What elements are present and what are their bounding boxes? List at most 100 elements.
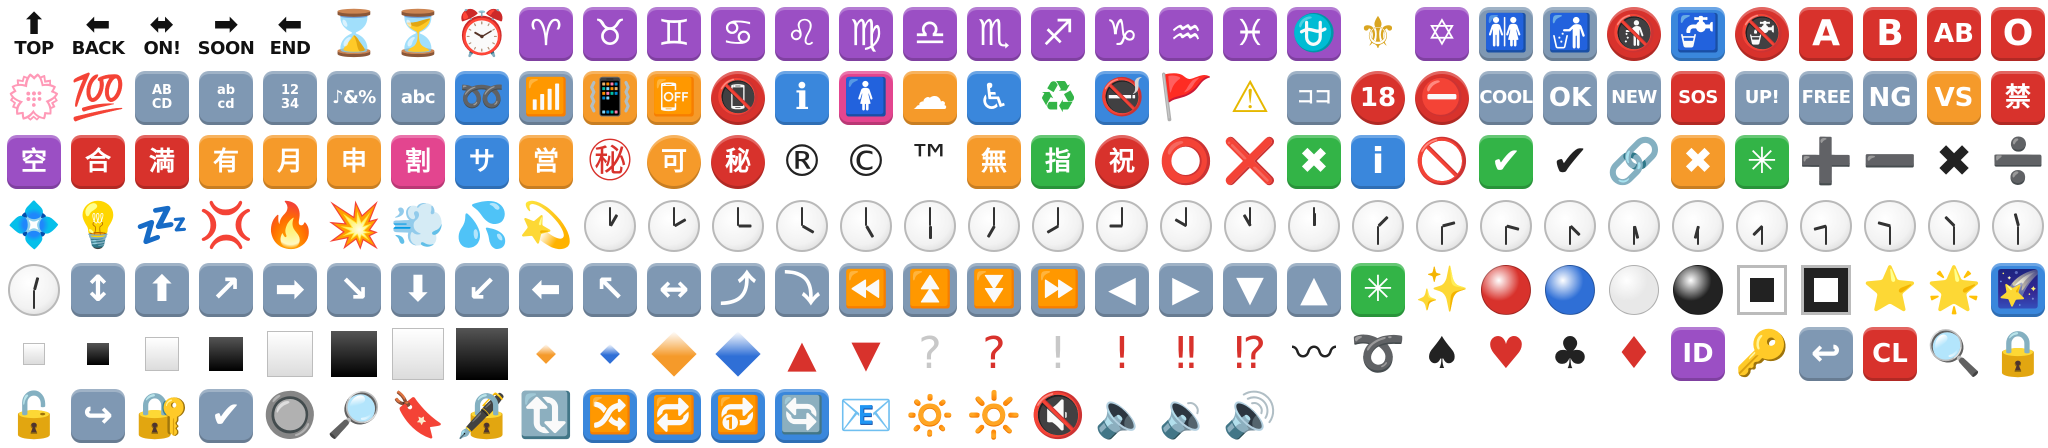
emoji-cell: 🚰 bbox=[1666, 2, 1730, 66]
emoji-tile-icon: ♪&% bbox=[327, 71, 381, 125]
emoji-cell bbox=[770, 194, 834, 258]
emoji-cell: ® bbox=[770, 130, 834, 194]
emoji-cell: 18 bbox=[1346, 66, 1410, 130]
emoji-cell: ♈ bbox=[514, 2, 578, 66]
emoji-tile-icon: ➿ bbox=[455, 71, 509, 125]
emoji-cell: ? bbox=[898, 322, 962, 386]
emoji-cell: 📧 bbox=[834, 384, 898, 448]
emoji-cell: ♦ bbox=[1602, 322, 1666, 386]
emoji-tile-icon: ℹ bbox=[775, 71, 829, 125]
emoji-tile-icon: ⏪ bbox=[839, 263, 893, 317]
emoji-cell bbox=[1666, 258, 1730, 322]
clock-minute-hand bbox=[609, 207, 611, 226]
emoji-cell bbox=[642, 194, 706, 258]
clock-minute-hand bbox=[1953, 226, 1955, 245]
emoji-tile-icon: 18 bbox=[1351, 71, 1405, 125]
emoji-tile-icon: 申 bbox=[327, 135, 381, 189]
emoji-tile-icon: 満 bbox=[135, 135, 189, 189]
emoji-cell bbox=[1730, 258, 1794, 322]
emoji-cell bbox=[1026, 194, 1090, 258]
emoji-tile-icon: ♉ bbox=[583, 7, 637, 61]
square-button-icon bbox=[1801, 265, 1851, 315]
emoji-tile-icon: ↖ bbox=[583, 263, 637, 317]
clock-face-icon bbox=[648, 200, 700, 252]
emoji-cell: 空 bbox=[2, 130, 66, 194]
clock-face-icon bbox=[1224, 200, 1276, 252]
emoji-cell: ↗ bbox=[194, 258, 258, 322]
clock-minute-hand bbox=[1825, 226, 1827, 245]
clock-face-icon bbox=[584, 200, 636, 252]
emoji-cell bbox=[898, 194, 962, 258]
emoji-cell bbox=[130, 322, 194, 386]
emoji-tile-icon: 📵 bbox=[711, 71, 765, 125]
emoji-glyph-icon: 💫 bbox=[518, 200, 574, 251]
emoji-tile-icon: SOS bbox=[1671, 71, 1725, 125]
emoji-cell: 秘 bbox=[706, 130, 770, 194]
emoji-cell: ⤵ bbox=[770, 258, 834, 322]
emoji-cell: ℹ bbox=[770, 66, 834, 130]
clock-minute-hand bbox=[1249, 207, 1251, 226]
emoji-glyph-icon: 🔇 bbox=[1030, 390, 1086, 441]
emoji-glyph-icon: 🔃 bbox=[518, 390, 574, 441]
emoji-cell: 🚯 bbox=[1602, 2, 1666, 66]
emoji-cell: ‼ bbox=[1154, 322, 1218, 386]
emoji-cell: ➰ bbox=[1346, 322, 1410, 386]
emoji-cell: ✖ bbox=[1922, 130, 1986, 194]
emoji-tile-icon: ⬅ bbox=[519, 263, 573, 317]
emoji-cell: 🔘 bbox=[258, 384, 322, 448]
diamond-icon bbox=[600, 344, 620, 364]
emoji-cell: ✔ bbox=[1538, 130, 1602, 194]
emoji-tile-icon: ⤵ bbox=[775, 263, 829, 317]
emoji-glyph-icon: 🚫 bbox=[1414, 136, 1470, 187]
emoji-cell: NEW bbox=[1602, 66, 1666, 130]
emoji-tile-icon: サ bbox=[455, 135, 509, 189]
emoji-glyph-icon: ♻ bbox=[1038, 72, 1078, 123]
emoji-glyph-icon: ⚠ bbox=[1230, 72, 1270, 123]
emoji-cell: ココ bbox=[1282, 66, 1346, 130]
emoji-cell: ⌛ bbox=[322, 2, 386, 66]
emoji-cell: 🚮 bbox=[1538, 2, 1602, 66]
emoji-tile-icon: COOL bbox=[1479, 71, 1533, 125]
emoji-tile-icon: ⏩ bbox=[1031, 263, 1085, 317]
emoji-cell: ㊙ bbox=[578, 130, 642, 194]
emoji-tile-icon: 🌠 bbox=[1991, 263, 2045, 317]
icon-row-5: ↕ ⬆ ↗ ➡ ↘ ⬇ ↙ ⬅ ↖ ↔ ⤴ ⤵ ⏪ ⏫ ⏬ ⏩ ◀ ▶ ▼ ▲ ✳ ✨ ⭐ 🌟 🌠 bbox=[2, 258, 2048, 322]
arrow-glyph: ⬆ bbox=[21, 7, 47, 42]
clock-hour-hand bbox=[864, 225, 874, 239]
clock-face-icon bbox=[1672, 200, 1724, 252]
emoji-tile-icon: 📴 bbox=[647, 71, 701, 125]
emoji-cell: ↪ bbox=[66, 384, 130, 448]
emoji-cell bbox=[1410, 194, 1474, 258]
emoji-cell: ⚜ bbox=[1346, 2, 1410, 66]
emoji-glyph-icon: 🔒 bbox=[1990, 328, 2046, 379]
emoji-cell: 💫 bbox=[514, 194, 578, 258]
emoji-tile-icon: ◀ bbox=[1095, 263, 1149, 317]
emoji-tile-icon: ↩ bbox=[1799, 327, 1853, 381]
emoji-tile-icon: ↕ bbox=[71, 263, 125, 317]
emoji-cell: ➡ SOON bbox=[194, 2, 258, 66]
emoji-cell bbox=[1794, 258, 1858, 322]
emoji-tile-icon: ♌ bbox=[775, 7, 829, 61]
emoji-cell: abc bbox=[386, 66, 450, 130]
emoji-tile-icon: 禁 bbox=[1991, 71, 2045, 125]
emoji-cell: 🔉 bbox=[1154, 384, 1218, 448]
emoji-cell: ! bbox=[1090, 322, 1154, 386]
emoji-cell: 🚩 bbox=[1154, 66, 1218, 130]
emoji-tile-icon: ↪ bbox=[71, 389, 125, 443]
label-arrow-icon: ⬌ ON! bbox=[143, 10, 181, 58]
emoji-cell: ➡ bbox=[258, 258, 322, 322]
emoji-tile-icon: ♑ bbox=[1095, 7, 1149, 61]
clock-minute-hand bbox=[673, 207, 675, 226]
emoji-tile-icon: FREE bbox=[1799, 71, 1853, 125]
emoji-cell: 💦 bbox=[450, 194, 514, 258]
emoji-cell bbox=[1474, 258, 1538, 322]
emoji-cell: ➿ bbox=[450, 66, 514, 130]
emoji-tile-icon: ⬆ bbox=[135, 263, 189, 317]
arrow-label: TOP bbox=[14, 38, 54, 59]
emoji-cell: ✳ bbox=[1346, 258, 1410, 322]
emoji-cell bbox=[834, 194, 898, 258]
emoji-cell: ✡ bbox=[1410, 2, 1474, 66]
clock-minute-hand bbox=[1313, 207, 1315, 226]
clock-face-icon bbox=[1544, 200, 1596, 252]
emoji-cell: ☁ bbox=[898, 66, 962, 130]
